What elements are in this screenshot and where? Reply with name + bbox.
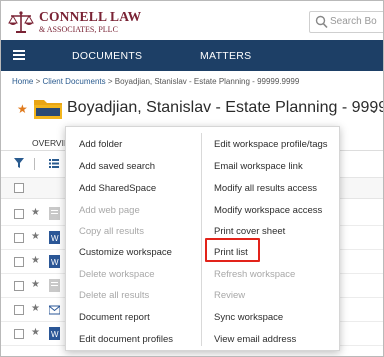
breadcrumb: Home > Client Documents > Boyadjian, Sta… xyxy=(12,77,299,86)
app-window: CONNELL LAW & ASSOCIATES, PLLC Search Bo… xyxy=(0,0,384,357)
list-view-icon[interactable] xyxy=(49,159,59,168)
menu-item-customize-workspace[interactable]: Customize workspace xyxy=(79,247,172,258)
row-checkbox[interactable] xyxy=(14,305,24,315)
menu-item-view-email-address[interactable]: View email address xyxy=(214,334,296,345)
nav-matters[interactable]: MATTERS xyxy=(200,50,252,62)
breadcrumb-current: Boyadjian, Stanislav - Estate Planning -… xyxy=(114,77,300,86)
menu-item-delete-all-results: Delete all results xyxy=(79,290,150,301)
word-document-icon: W xyxy=(49,255,60,268)
row-checkbox[interactable] xyxy=(14,233,24,243)
search-icon xyxy=(315,15,328,29)
search-box[interactable]: Search Bo xyxy=(309,11,383,33)
row-star-icon[interactable]: ★ xyxy=(31,231,40,242)
app-header: CONNELL LAW & ASSOCIATES, PLLC Search Bo xyxy=(1,1,383,40)
menu-item-add-saved-search[interactable]: Add saved search xyxy=(79,161,155,172)
search-placeholder: Search Bo xyxy=(330,16,377,27)
menu-item-modify-all-results-access[interactable]: Modify all results access xyxy=(214,183,317,194)
main-nav: DOCUMENTS MATTERS xyxy=(1,40,383,71)
menu-item-refresh-workspace: Refresh workspace xyxy=(214,269,296,280)
scales-of-justice-logo-icon xyxy=(8,11,34,33)
breadcrumb-separator: > xyxy=(107,77,113,86)
row-star-icon[interactable]: ★ xyxy=(31,255,40,266)
menu-item-document-report[interactable]: Document report xyxy=(79,312,150,323)
filter-icon[interactable] xyxy=(14,158,24,168)
workspace-title: Boyadjian, Stanislav - Estate Planning -… xyxy=(67,99,383,116)
workspace-context-menu: Add folder Add saved search Add SharedSp… xyxy=(65,126,340,351)
menu-item-delete-workspace: Delete workspace xyxy=(79,269,155,280)
menu-item-add-web-page: Add web page xyxy=(79,205,140,216)
svg-text:W: W xyxy=(51,330,59,339)
svg-text:W: W xyxy=(51,234,59,243)
menu-item-email-workspace-link[interactable]: Email workspace link xyxy=(214,161,303,172)
row-star-icon[interactable]: ★ xyxy=(31,327,40,338)
breadcrumb-client-documents[interactable]: Client Documents xyxy=(42,77,105,86)
menu-item-add-folder[interactable]: Add folder xyxy=(79,139,122,150)
menu-item-review: Review xyxy=(214,290,246,301)
workspace-folder-icon xyxy=(34,100,62,119)
row-star-icon[interactable]: ★ xyxy=(31,279,40,290)
row-checkbox[interactable] xyxy=(14,281,24,291)
row-star-icon[interactable]: ★ xyxy=(31,303,40,314)
menu-item-sync-workspace[interactable]: Sync workspace xyxy=(214,312,283,323)
chevron-down-icon[interactable]: ⌄ xyxy=(369,102,379,116)
row-checkbox[interactable] xyxy=(14,209,24,219)
menu-item-edit-document-profiles[interactable]: Edit document profiles xyxy=(79,334,173,345)
breadcrumb-home[interactable]: Home xyxy=(12,77,33,86)
select-all-checkbox[interactable] xyxy=(14,183,24,193)
svg-text:W: W xyxy=(51,258,59,267)
menu-item-modify-workspace-access[interactable]: Modify workspace access xyxy=(214,205,322,216)
hamburger-menu-icon[interactable] xyxy=(13,50,25,60)
word-document-icon: W xyxy=(49,231,60,244)
menu-item-add-sharespace[interactable]: Add SharedSpace xyxy=(79,183,156,194)
word-document-icon: W xyxy=(49,327,60,340)
firm-subtitle: & ASSOCIATES, PLLC xyxy=(39,25,118,34)
row-star-icon[interactable]: ★ xyxy=(31,207,40,218)
document-icon xyxy=(49,279,60,292)
nav-documents[interactable]: DOCUMENTS xyxy=(72,50,142,62)
toolbar-divider xyxy=(34,158,35,170)
firm-name: CONNELL LAW xyxy=(39,9,142,24)
row-checkbox[interactable] xyxy=(14,329,24,339)
row-checkbox[interactable] xyxy=(14,257,24,267)
print-list-highlight-box xyxy=(205,238,260,262)
menu-item-copy-all-results: Copy all results xyxy=(79,226,144,237)
favorite-star-icon[interactable]: ★ xyxy=(17,102,28,116)
breadcrumb-separator: > xyxy=(35,77,41,86)
email-icon xyxy=(49,305,60,315)
menu-column-divider xyxy=(201,133,202,346)
menu-item-print-cover-sheet[interactable]: Print cover sheet xyxy=(214,226,285,237)
document-icon xyxy=(49,207,60,220)
menu-item-edit-workspace-profile-tags[interactable]: Edit workspace profile/tags xyxy=(214,139,328,150)
